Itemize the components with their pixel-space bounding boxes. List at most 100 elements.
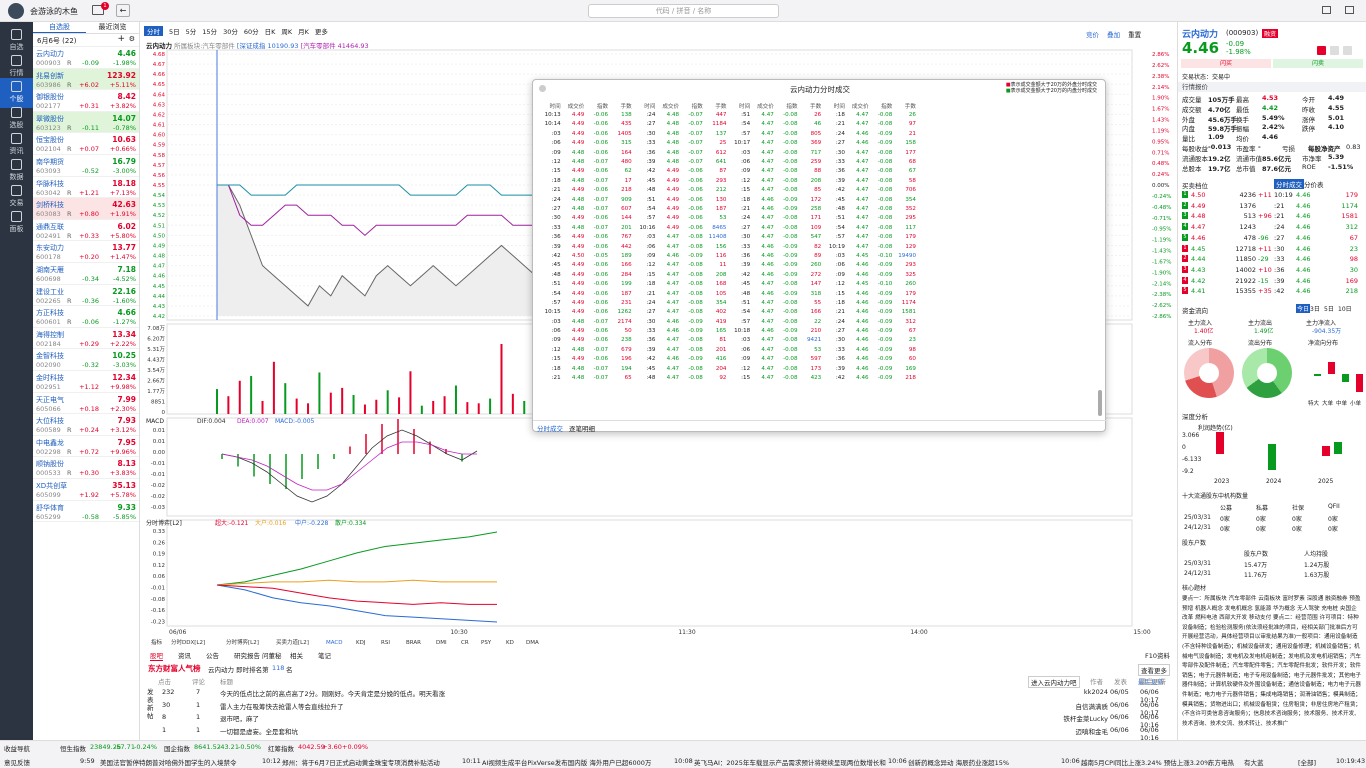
add-icon[interactable]: + (117, 34, 125, 44)
tick-detail-popup[interactable]: 云内动力分时成交 ■表示成交金额大于20万的外盘分时成交 ■表示成交金额大于20… (532, 79, 1107, 433)
gear-icon[interactable]: ⚙ (129, 35, 135, 43)
more-button[interactable]: 查看更多 (1138, 664, 1170, 676)
back-arrow-icon[interactable]: ← (116, 4, 130, 17)
indicator-tab[interactable]: DMA (526, 640, 539, 646)
news-tab[interactable]: 问董秘 (262, 650, 282, 660)
indicator-tab[interactable]: 指标 (151, 638, 163, 646)
watchlist-row[interactable]: 天正电气 605066 7.99 +0.18 +2.30% (33, 393, 139, 415)
ticker-text[interactable]: 越南5月CPI同比上涨3.24% 预估上涨3.20% (1081, 757, 1210, 767)
ticker-text[interactable]: 创新药概念异动 海辰药业涨超15% (908, 757, 1009, 767)
fund-period-tab[interactable]: 今日 (1296, 304, 1311, 313)
indicator-tab[interactable]: 分时DDX[L2] (171, 638, 205, 646)
news-cell[interactable]: 今天的低点比之前的高点高了2分。刚刚好。今天肯定是分娩的低点。明天看涨 (220, 688, 445, 698)
period-tab[interactable]: 日K (265, 26, 276, 36)
indicator-tab[interactable]: KD (506, 640, 514, 646)
news-cell[interactable]: 雷人主力在吸筹快去抢雷人等会直线拉升了 (220, 701, 344, 711)
index-name[interactable]: 恒生指数 (60, 743, 86, 753)
period-tab[interactable]: 更多 (315, 26, 328, 36)
enter-bar-button[interactable]: 进入云内动力吧 (1028, 676, 1080, 688)
menu-icon[interactable] (1343, 46, 1352, 55)
watchlist-row[interactable]: XD共创草 605099 35.13 +1.92 +5.78% (33, 479, 139, 501)
avatar[interactable] (8, 3, 24, 19)
news-cell[interactable]: 一切都是虚妄。全是套和坑 (220, 726, 298, 736)
feedback-link[interactable]: 意见反馈 (4, 757, 30, 767)
period-tab[interactable]: 15分 (202, 26, 217, 36)
watchlist-row[interactable]: 翠微股份 603123 R 14.07 -0.11 -0.78% (33, 111, 139, 134)
username[interactable]: 会游泳的木鱼 (30, 6, 78, 17)
news-tab[interactable]: 公告 (206, 650, 219, 660)
watchlist-row[interactable]: 云内动力 000903 R 4.46 -0.09 -1.98% (33, 47, 139, 69)
close-icon[interactable] (1317, 46, 1326, 55)
flash-sell-button[interactable]: 闪卖 (1273, 59, 1363, 68)
watchlist-row[interactable]: 舒华体育 605299 9.33 -0.58 -5.85% (33, 501, 139, 523)
ticker-text[interactable]: AI视频生成平台PixVerse发布国内版 海外用户已超6000万 (482, 757, 651, 767)
watchlist-row[interactable]: 南华期货 603093 16.79 -0.52 -3.00% (33, 155, 139, 177)
period-tab[interactable]: 周K (281, 26, 292, 36)
period-tab[interactable]: 5日 (169, 26, 180, 36)
add-icon[interactable] (1330, 46, 1339, 55)
period-tab[interactable]: 60分 (244, 26, 259, 36)
watchlist-row[interactable]: 中电鑫龙 002298 R 7.95 +0.72 +9.96% (33, 436, 139, 458)
tab-ticks[interactable]: 分时成交 (1274, 179, 1304, 189)
news-tab[interactable]: 相关 (290, 650, 303, 660)
flash-buy-button[interactable]: 闪买 (1181, 59, 1271, 68)
indicator-tab[interactable]: CR (461, 640, 469, 646)
popup-tab-detail[interactable]: 逐笔明细 (569, 423, 595, 433)
indicator-tab[interactable]: RSI (381, 640, 390, 646)
status-right2[interactable]: [全部] (1298, 757, 1316, 767)
indicator-tab[interactable]: KDJ (356, 640, 366, 646)
period-tab[interactable]: 30分 (223, 26, 238, 36)
ticker-text[interactable]: 美国法官暂停特朗普对哈佛外国学生的入境禁令 (100, 757, 237, 767)
tab-watchlist[interactable]: 自选股 (33, 22, 86, 33)
index-name[interactable]: 红筹指数 (268, 743, 294, 753)
popup-scrollbar[interactable] (1098, 390, 1102, 416)
window-restore-icon[interactable] (1322, 6, 1331, 14)
popup-tab-ticks[interactable]: 分时成交 (537, 423, 563, 433)
watchlist-row[interactable]: 华脉科技 603042 R 18.18 +1.21 +7.13% (33, 177, 139, 199)
watchlist-row[interactable]: 海得控制 002184 13.34 +0.29 +2.22% (33, 328, 139, 350)
watchlist-row[interactable]: 大位科技 600589 R 7.93 +0.24 +3.12% (33, 414, 139, 436)
watchlist-group-select[interactable]: 6月6号 (22) (37, 36, 77, 46)
fund-period-tab[interactable]: 3日 (1310, 304, 1320, 313)
broker[interactable]: 东方电热 (1208, 757, 1234, 767)
news-tab[interactable]: 股吧 (150, 650, 163, 661)
post-button[interactable]: 发表新帖 (147, 688, 155, 720)
indicator-tab[interactable]: 分时博弈[L2] (226, 638, 259, 646)
period-tab[interactable]: 月K (298, 26, 309, 36)
income-nav[interactable]: 收益导航 (4, 743, 30, 753)
news-tab[interactable]: 研究报告 (234, 650, 260, 660)
watchlist-row[interactable]: 兆易创新 603986 R 123.92 +6.02 +5.11% (33, 68, 139, 91)
news-tab[interactable]: 资讯 (178, 650, 191, 660)
watchlist-row[interactable]: 金时科技 002951 12.34 +1.12 +9.98% (33, 371, 139, 393)
window-maximize-icon[interactable] (1345, 6, 1354, 14)
fund-period-tab[interactable]: 10日 (1338, 304, 1352, 313)
ticker-text[interactable]: 英飞马AI：2025年车载显示产品需求预计将继续呈现两位数增长和 (694, 757, 886, 767)
search-input[interactable]: 代码 / 拼音 / 名称 (588, 4, 779, 18)
indicator-tab[interactable]: DMI (436, 640, 447, 646)
indicator-tab[interactable]: PSY (481, 640, 492, 646)
f10-button[interactable]: F10资料 (1145, 650, 1170, 660)
watchlist-row[interactable]: 通鼎互联 002491 R 6.02 +0.33 +5.80% (33, 220, 139, 242)
indicator-tab[interactable]: MACD (326, 640, 343, 646)
watchlist-row[interactable]: 顺钠股份 000533 R 8.13 +0.30 +3.83% (33, 457, 139, 479)
indicator-tab[interactable]: 买卖力道[L2] (276, 638, 309, 646)
tab-price-table[interactable]: 分价表 (1304, 179, 1324, 189)
news-tab[interactable]: 笔记 (318, 650, 331, 660)
period-tab[interactable]: 5分 (186, 26, 197, 36)
indicator-tab[interactable]: BRAR (406, 640, 421, 646)
watchlist-row[interactable]: 金智科技 002090 10.25 -0.32 -3.03% (33, 349, 139, 371)
watchlist-row[interactable]: 湖南天雁 600698 7.18 -0.34 -4.52% (33, 263, 139, 285)
watchlist-row[interactable]: 方正科技 600601 R 4.66 -0.06 -1.27% (33, 306, 139, 328)
news-cell[interactable]: 退市吧，麻了 (220, 713, 259, 723)
watchlist-row[interactable]: 建设工业 002265 R 22.16 -0.36 -1.60% (33, 285, 139, 307)
index-name[interactable]: 国企指数 (164, 743, 190, 753)
watchlist-row[interactable]: 东安动力 600178 13.77 +0.20 +1.47% (33, 241, 139, 263)
tab-recent[interactable]: 最近浏览 (86, 22, 139, 33)
watchlist-row[interactable]: 御银股份 002177 8.42 +0.31 +3.82% (33, 90, 139, 112)
popup-close-icon[interactable] (539, 85, 546, 92)
period-tab[interactable]: 分时 (144, 26, 163, 36)
fund-period-tab[interactable]: 5日 (1324, 304, 1334, 313)
nav-item-7[interactable]: 面板 (0, 208, 33, 238)
watchlist-row[interactable]: 剑桥科技 603083 R 42.63 +0.80 +1.91% (33, 198, 139, 220)
ticker-text[interactable]: 郑州：将于6月7日正式启动黄金珠宝专项消费补贴活动 (282, 757, 440, 767)
